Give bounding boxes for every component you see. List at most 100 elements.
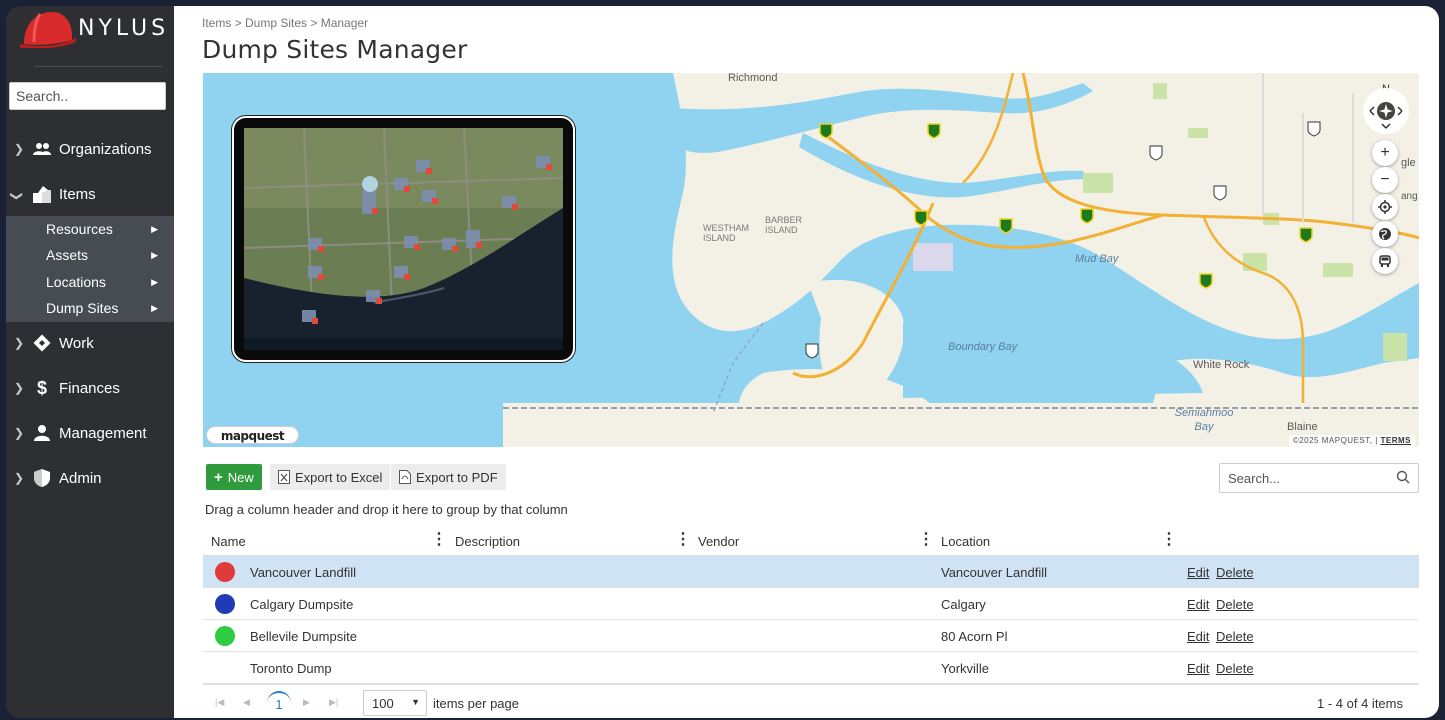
route-shield-icon (1299, 227, 1313, 243)
submenu-item-locations[interactable]: Locations ▶ (6, 269, 174, 295)
sidebar: NYLUS ❯ Organizations ❯ Items Resources … (6, 6, 174, 718)
chevron-right-icon: ❯ (13, 381, 25, 395)
map-label-langley-partial: gle (1401, 157, 1416, 169)
zoom-out-button[interactable]: − (1372, 167, 1398, 193)
dollar-icon: $ (36, 377, 47, 398)
cell-location: 80 Acorn Pl (941, 629, 1008, 644)
satellite-inset-map (244, 128, 563, 350)
map-label-westham: WESTHAM ISLAND (703, 223, 749, 243)
edit-link[interactable]: Edit (1187, 597, 1209, 612)
last-page-icon[interactable]: ▶| (329, 697, 338, 708)
map-label-blaine: Blaine (1287, 421, 1318, 433)
pdf-file-icon (399, 470, 411, 484)
page-size-select[interactable]: 100 ▼ (363, 690, 427, 716)
route-shield-icon (805, 343, 819, 359)
column-menu-icon[interactable]: ⋮ (675, 532, 691, 548)
export-pdf-button[interactable]: Export to PDF (391, 464, 506, 490)
map-label-mud-bay: Mud Bay (1075, 253, 1119, 265)
first-page-icon[interactable]: |◀ (215, 697, 224, 708)
cell-name: Calgary Dumpsite (250, 597, 354, 612)
route-shield-icon (1307, 121, 1321, 137)
edit-link[interactable]: Edit (1187, 565, 1209, 580)
map-label-richmond: Richmond (728, 73, 778, 84)
page-size-value: 100 (372, 696, 394, 711)
grid-search-input[interactable] (1219, 463, 1419, 493)
group-drop-zone[interactable]: Drag a column header and drop it here to… (205, 502, 568, 517)
map-view[interactable]: Richmond WESTHAM ISLAND BARBER ISLAND Mu… (203, 73, 1419, 447)
column-header-description[interactable]: Description (455, 534, 520, 549)
map-label-boundary-bay: Boundary Bay (948, 341, 1018, 353)
route-shield-icon (914, 210, 928, 226)
column-header-location[interactable]: Location (941, 534, 990, 549)
sidebar-item-finances[interactable]: ❯ $ Finances (6, 373, 174, 403)
traffic-button[interactable] (1372, 248, 1398, 274)
table-row[interactable]: Bellevile Dumpsite 80 Acorn Pl Edit Dele… (203, 620, 1419, 652)
map-label-lang-partial: ang (1401, 191, 1418, 202)
app-frame: NYLUS ❯ Organizations ❯ Items Resources … (0, 0, 1445, 720)
users-icon (28, 141, 56, 157)
new-button[interactable]: + New (206, 464, 262, 490)
cell-name: Bellevile Dumpsite (250, 629, 357, 644)
column-header-name[interactable]: Name (211, 534, 246, 549)
table-row[interactable]: Calgary Dumpsite Calgary Edit Delete (203, 588, 1419, 620)
search-icon[interactable] (1396, 470, 1410, 484)
delete-link[interactable]: Delete (1216, 661, 1254, 676)
export-pdf-label: Export to PDF (416, 469, 498, 485)
page-number-current[interactable]: 1 (267, 691, 291, 715)
color-indicator (215, 626, 235, 646)
compass-icon[interactable]: N (1361, 81, 1411, 135)
column-menu-icon[interactable]: ⋮ (918, 532, 934, 548)
page-size-label: items per page (433, 696, 519, 711)
table-header: Name ⋮ Description ⋮ Vendor ⋮ Location ⋮ (203, 526, 1419, 556)
sidebar-item-admin[interactable]: ❯ Admin (6, 463, 174, 493)
delete-link[interactable]: Delete (1216, 565, 1254, 580)
caret-right-icon: ▶ (151, 276, 158, 287)
plus-icon: + (214, 468, 223, 486)
map-attribution: ©2025 MAPQUEST, | TERMS (1288, 435, 1415, 447)
brand-logo[interactable]: NYLUS (6, 6, 174, 66)
locate-button[interactable] (1372, 194, 1398, 220)
sidebar-item-items[interactable]: ❯ Items (6, 179, 174, 209)
mapquest-logo[interactable]: mapquest (206, 426, 299, 444)
column-header-vendor[interactable]: Vendor (698, 534, 739, 549)
terms-link[interactable]: TERMS (1381, 436, 1412, 445)
submenu-item-dump-sites[interactable]: Dump Sites ▶ (6, 295, 174, 321)
route-shield-icon (999, 218, 1013, 234)
next-page-icon[interactable]: ▶ (303, 697, 310, 708)
layers-button[interactable] (1372, 221, 1398, 247)
edit-link[interactable]: Edit (1187, 661, 1209, 676)
sidebar-item-organizations[interactable]: ❯ Organizations (6, 134, 174, 164)
sidebar-item-label: Work (59, 334, 94, 352)
divider (34, 66, 162, 67)
sidebar-item-work[interactable]: ❯ Work (6, 328, 174, 358)
sidebar-item-management[interactable]: ❯ Management (6, 418, 174, 448)
delete-link[interactable]: Delete (1216, 597, 1254, 612)
submenu-item-label: Resources (46, 221, 113, 237)
edit-link[interactable]: Edit (1187, 629, 1209, 644)
cell-name: Toronto Dump (250, 661, 332, 676)
column-menu-icon[interactable]: ⋮ (1161, 532, 1177, 548)
satellite-map-graphic (244, 128, 563, 350)
pager: |◀ ◀ 1 ▶ ▶| 100 ▼ items per page 1 - 4 o… (203, 684, 1419, 718)
shield-icon (28, 468, 56, 488)
sidebar-search-input[interactable] (9, 82, 166, 110)
column-menu-icon[interactable]: ⋮ (431, 532, 447, 548)
breadcrumb: Items > Dump Sites > Manager (202, 16, 369, 30)
minus-icon: − (1380, 171, 1390, 188)
table-row[interactable]: Vancouver Landfill Vancouver Landfill Ed… (203, 556, 1419, 588)
cell-name: Vancouver Landfill (250, 565, 356, 580)
submenu-item-resources[interactable]: Resources ▶ (6, 216, 174, 242)
submenu-item-assets[interactable]: Assets ▶ (6, 242, 174, 268)
cell-location: Calgary (941, 597, 986, 612)
prev-page-icon[interactable]: ◀ (243, 697, 250, 708)
chevron-down-icon: ❯ (10, 190, 24, 202)
tools-icon (28, 333, 56, 353)
delete-link[interactable]: Delete (1216, 629, 1254, 644)
export-excel-button[interactable]: Export to Excel (270, 464, 391, 490)
sidebar-item-label: Organizations (59, 140, 152, 158)
submenu-item-label: Assets (46, 247, 89, 263)
table-row[interactable]: Toronto Dump Yorkville Edit Delete (203, 652, 1419, 684)
zoom-in-button[interactable]: + (1372, 140, 1398, 166)
sidebar-item-label: Admin (59, 469, 102, 487)
map-label-semiahmoo: Semiahmoo Bay (1174, 407, 1234, 433)
